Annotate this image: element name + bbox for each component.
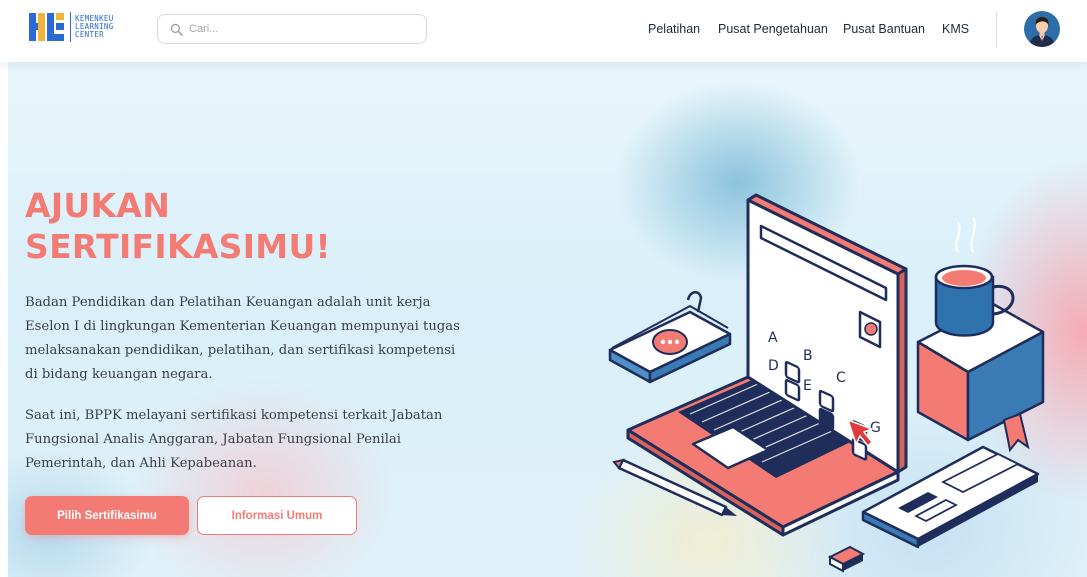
klc-logo-icon [29, 13, 64, 41]
top-navbar: KEMENKEU LEARNING CENTER Pelatihan Pusat… [0, 0, 1087, 62]
nav-divider [996, 12, 997, 48]
hero-description: Badan Pendidikan dan Pelatihan Keuangan … [25, 295, 460, 382]
sticky-note-illustration [608, 291, 732, 384]
book-mug-illustration [916, 216, 1045, 453]
answer-letter: E [803, 378, 812, 394]
eraser-illustration [827, 545, 866, 573]
hero-title: AJUKAN SERTIFIKASIMU! [25, 185, 331, 267]
search-input[interactable] [189, 23, 409, 35]
hero-description-secondary: Saat ini, BPPK melayani sertifikasi komp… [25, 408, 443, 471]
logo-divider [70, 12, 71, 42]
klc-logo[interactable]: KEMENKEU LEARNING CENTER [29, 10, 114, 44]
nav-pusat-pengetahuan[interactable]: Pusat Pengetahuan [718, 22, 828, 36]
answer-letter: G [870, 420, 881, 436]
hero-section: AJUKAN SERTIFIKASIMU! Badan Pendidikan d… [8, 62, 1087, 577]
answer-letter: A [768, 330, 778, 346]
laptop-quiz-illustration: A B C D E G [608, 193, 1045, 573]
choose-certification-button[interactable]: Pilih Sertifikasimu [25, 496, 189, 535]
search-box[interactable] [157, 14, 427, 44]
user-avatar-icon[interactable] [1024, 11, 1060, 47]
nav-kms[interactable]: KMS [942, 22, 969, 36]
logo-text: KEMENKEU LEARNING CENTER [75, 15, 114, 39]
nav-pelatihan[interactable]: Pelatihan [648, 22, 700, 36]
answer-letter: C [836, 370, 846, 386]
search-icon [170, 23, 183, 36]
nav-pusat-bantuan[interactable]: Pusat Bantuan [843, 22, 925, 36]
logo-text-line: CENTER [75, 30, 104, 39]
hero-title-line: SERTIFIKASIMU! [25, 227, 331, 266]
hero-title-line: AJUKAN [25, 186, 171, 225]
general-info-button[interactable]: Informasi Umum [197, 496, 357, 535]
answer-letter: B [803, 348, 813, 364]
answer-letter: D [768, 358, 779, 374]
